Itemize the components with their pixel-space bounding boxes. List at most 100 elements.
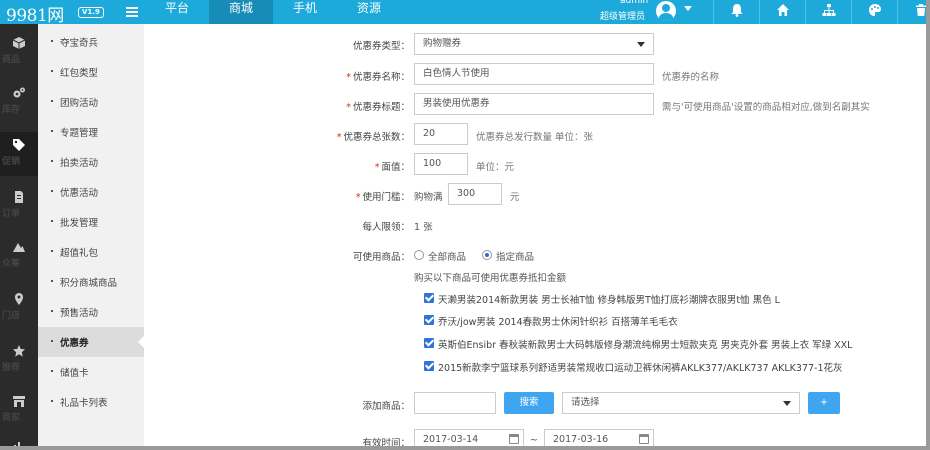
coupon-type-select[interactable]: 购物赠券 [414,33,654,55]
threshold-suffix: 元 [510,192,520,203]
top-nav: 平台 商城 手机 资源 [145,0,401,24]
checkbox[interactable] [424,338,434,348]
bullet-dot [51,220,53,222]
sub-menu: 夺宝奇兵 红包类型 团购活动 专题管理 拍卖活动 优惠活动 批发管理 超值礼包 … [38,24,144,450]
user-name: admin [620,0,649,6]
usable-goods-hint: 购买以下商品可使用优惠券抵扣金额 [414,273,567,284]
total-hint: 优惠券总发行数量 单位：张 [476,132,594,143]
checkbox[interactable] [424,293,434,303]
checkbox[interactable] [424,361,434,371]
product-name: 乔沃/jow男装 2014春款男士休闲针织衫 百搭薄羊毛毛衣 [438,317,678,328]
bullet-dot [51,250,53,252]
top-bar: 9981网 V1.9 平台 商城 手机 资源 admin 超级管理员 [0,0,930,26]
location-pin-icon [15,293,23,305]
rail-item-label: 订单 [2,209,21,219]
name-hint: 优惠券的名称 [662,72,720,83]
sub-item-stored-value-card[interactable]: 储值卡 [38,357,144,387]
radio-all-goods[interactable] [414,250,424,260]
coupon-total-input[interactable]: 20 [414,123,468,145]
rail-item-label: 促销 [2,157,21,167]
select-value: 购物赠券 [423,38,462,49]
bullet-dot [51,160,53,162]
chevron-down-icon[interactable] [684,6,692,11]
rail-item-goods[interactable]: 商品 [0,30,38,74]
product-check-item[interactable]: 英斯伯Ensibr 春秋装新款男士大码韩版修身潮流纯棉男士短款夹克 男夹克外套 … [424,337,904,351]
top-nav-mobile[interactable]: 手机 [273,0,337,24]
rail-item-recommend[interactable]: 推荐 [0,338,38,382]
sub-item-label: 积分商城商品 [60,278,118,289]
star-icon [13,345,25,357]
sub-item-label: 夺宝奇兵 [60,38,99,49]
product-check-item[interactable]: 2015新款李宁篮球系列舒适男装常规收口运动卫裤休闲裤AKLK377/AKLK7… [424,360,904,374]
bullet-dot [51,370,53,372]
sub-item-coupons[interactable]: 优惠券 [38,327,144,357]
menu-toggle-icon[interactable] [126,7,138,18]
brand-name: 9981网 [6,6,64,26]
threshold-input[interactable]: 300 [448,183,502,205]
product-search-input[interactable] [414,392,496,414]
sub-item-discount-activity[interactable]: 优惠活动 [38,177,144,207]
sub-item-group-buy[interactable]: 团购活动 [38,87,144,117]
product-name: 2015新款李宁篮球系列舒适男装常规收口运动卫裤休闲裤AKLK377/AKLK7… [438,363,843,374]
palette-icon[interactable] [851,0,897,24]
sub-item-treasure[interactable]: 夺宝奇兵 [38,27,144,57]
coupon-title-input[interactable]: 男装使用优惠券 [414,93,654,115]
sub-item-auction[interactable]: 拍卖活动 [38,147,144,177]
top-icons [713,0,930,24]
add-product-button[interactable]: + [808,392,840,414]
rail-item-orders[interactable]: 订单 [0,184,38,228]
rail-item-crowdfunding[interactable]: 众筹 [0,234,38,278]
home-icon[interactable] [759,0,805,24]
radio-specified-goods[interactable] [482,250,492,260]
bullet-dot [51,190,53,192]
sub-item-label: 批发管理 [60,218,99,229]
bell-icon[interactable] [713,0,759,24]
face-value-label: * 面值： [374,162,410,173]
sub-item-red-packet-types[interactable]: 红包类型 [38,57,144,87]
store-icon [13,396,25,407]
sub-item-wholesale[interactable]: 批发管理 [38,207,144,237]
calendar-icon[interactable] [509,434,519,444]
calendar-icon[interactable] [639,434,649,444]
bullet-dot [51,340,53,342]
bullet-dot [51,70,53,72]
date-separator: ~ [530,435,538,446]
top-nav-platform[interactable]: 平台 [145,0,209,24]
sub-item-gift-card-list[interactable]: 礼品卡列表 [38,387,144,417]
title-label: * 优惠券标题： [346,102,410,113]
product-check-item[interactable]: 乔沃/jow男装 2014春款男士休闲针织衫 百搭薄羊毛毛衣 [424,314,904,328]
sub-item-gift-pack[interactable]: 超值礼包 [38,237,144,267]
rail-item-stock[interactable]: 库存 [0,80,38,124]
checkbox[interactable] [424,315,434,325]
avatar-icon[interactable] [656,1,676,21]
bullet-dot [51,310,53,312]
brand-logo[interactable]: 9981网 V1.9 [4,2,122,26]
rail-item-stores[interactable]: 门店 [0,286,38,330]
sub-item-topics[interactable]: 专题管理 [38,117,144,147]
coupon-name-input[interactable]: 白色情人节使用 [414,63,654,85]
user-role: 超级管理员 [600,12,646,22]
sub-item-label: 礼品卡列表 [60,398,108,409]
threshold-label: * 使用门槛： [355,192,410,203]
select-placeholder: 请选择 [571,397,600,408]
radio-all-goods-label: 全部商品 [428,252,467,263]
rail-item-promotion[interactable]: 促销 [0,132,38,176]
sub-item-points-mall[interactable]: 积分商城商品 [38,267,144,297]
window-frame-right [926,0,930,450]
chevron-down-icon [783,401,791,406]
user-menu[interactable]: admin 超级管理员 [598,0,658,24]
window-frame-bottom [0,446,930,450]
document-icon [15,191,23,203]
top-nav-resources[interactable]: 资源 [337,0,401,24]
face-value-input[interactable]: 100 [414,153,468,175]
top-nav-mall[interactable]: 商城 [209,0,273,24]
end-date-value: 2017-03-16 [553,434,609,445]
rail-item-merchants[interactable]: 商家 [0,388,38,432]
product-select[interactable]: 请选择 [562,392,800,414]
name-label: * 优惠券名称： [346,72,410,83]
bullet-dot [51,400,53,402]
product-check-item[interactable]: 天濑男装2014新款男装 男士长袖T恤 修身韩版男T恤打底衫潮牌衣服男t恤 黑色… [424,292,904,306]
search-button[interactable]: 搜索 [504,392,554,414]
sitemap-icon[interactable] [805,0,851,24]
sub-item-presale[interactable]: 预售活动 [38,297,144,327]
